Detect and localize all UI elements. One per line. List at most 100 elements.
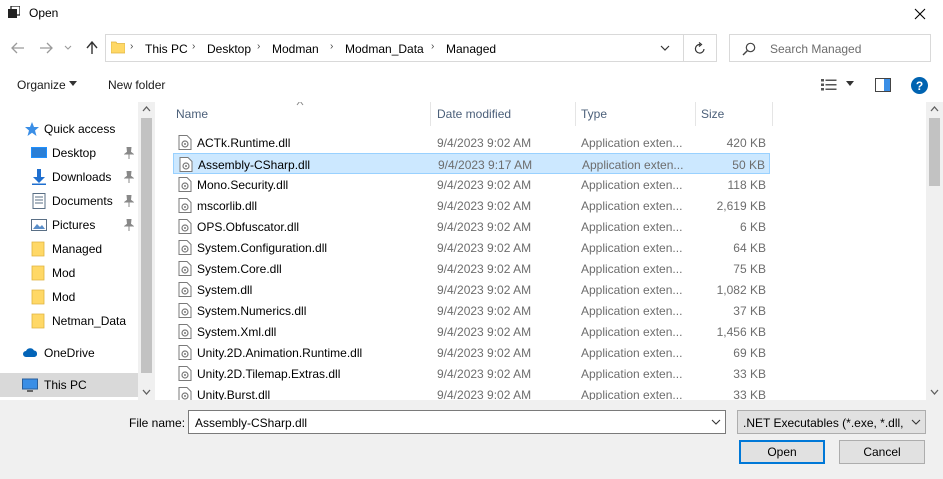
nav-item-desktop[interactable]: Desktop xyxy=(0,141,138,165)
chevron-down-icon xyxy=(64,45,72,50)
pin-icon[interactable] xyxy=(124,219,134,231)
file-row[interactable]: System.dll 9/4/2023 9:02 AM Application ex… xyxy=(173,279,770,300)
view-caret-down-icon[interactable] xyxy=(846,81,854,87)
folder-icon xyxy=(31,289,45,305)
file-row[interactable]: Unity.Burst.dll 9/4/2023 9:02 AM Applicati… xyxy=(173,384,770,400)
pin-icon[interactable] xyxy=(124,171,134,183)
search-box[interactable]: Search Managed xyxy=(729,34,931,62)
file-row[interactable]: mscorlib.dll 9/4/2023 9:02 AM Application … xyxy=(173,195,770,216)
nav-item-managed[interactable]: Managed xyxy=(0,237,138,261)
nav-label: Desktop xyxy=(52,146,97,160)
nav-item-documents[interactable]: Documents xyxy=(0,189,138,213)
search-icon xyxy=(742,42,756,56)
back-button[interactable] xyxy=(10,40,26,56)
pin-icon[interactable] xyxy=(124,147,134,159)
address-bar[interactable]: › This PC › Desktop › Modman › Modman_Da… xyxy=(105,34,717,62)
file-name: Assembly-CSharp.dll xyxy=(198,158,311,172)
column-divider[interactable] xyxy=(772,102,773,126)
nav-item-this-pc[interactable]: This PC xyxy=(0,373,138,397)
file-size: 1,456 KB xyxy=(716,325,766,339)
pin-icon[interactable] xyxy=(124,195,134,207)
breadcrumb-separator: › xyxy=(431,41,435,52)
nav-item-pictures[interactable]: Pictures xyxy=(0,213,138,237)
dll-file-icon xyxy=(178,282,192,297)
filename-value[interactable]: Assembly-CSharp.dll xyxy=(195,416,307,430)
file-name: Unity.2D.Animation.Runtime.dll xyxy=(197,346,363,360)
file-row[interactable]: System.Xml.dll 9/4/2023 9:02 AM Applicatio… xyxy=(173,321,770,342)
nav-item-quick-access[interactable]: Quick access xyxy=(0,117,138,141)
scroll-down-icon[interactable] xyxy=(142,389,151,395)
refresh-button[interactable] xyxy=(683,34,717,62)
view-options-icon[interactable] xyxy=(821,79,837,91)
file-type-select[interactable]: .NET Executables (*.exe, *.dll, *. xyxy=(737,410,926,434)
documents-icon xyxy=(32,193,46,209)
file-size: 6 KB xyxy=(739,220,766,234)
nav-item-netman-data[interactable]: Netman_Data xyxy=(0,309,138,333)
file-row[interactable]: ACTk.Runtime.dll 9/4/2023 9:02 AM Applicat… xyxy=(173,132,770,153)
file-row[interactable]: System.Core.dll 9/4/2023 9:02 AM Applicati… xyxy=(173,258,770,279)
organize-button[interactable]: Organize xyxy=(17,78,66,92)
breadcrumb-modman[interactable]: Modman xyxy=(272,42,319,56)
breadcrumb-this-pc[interactable]: This PC xyxy=(145,42,188,56)
preview-pane-icon[interactable] xyxy=(875,78,891,92)
nav-item-onedrive[interactable]: OneDrive xyxy=(0,341,138,365)
close-icon xyxy=(914,8,926,20)
nav-item-downloads[interactable]: Downloads xyxy=(0,165,138,189)
scroll-down-icon[interactable] xyxy=(930,389,939,395)
navigation-scrollbar[interactable] xyxy=(138,102,155,400)
file-row[interactable]: Assembly-CSharp.dll 9/4/2023 9:17 AM Appli… xyxy=(173,153,770,174)
filename-input[interactable]: Assembly-CSharp.dll xyxy=(188,410,726,434)
column-label: Date modified xyxy=(437,107,512,121)
file-date: 9/4/2023 9:02 AM xyxy=(437,283,532,297)
open-button[interactable]: Open xyxy=(739,440,825,464)
window-title: Open xyxy=(29,6,59,20)
up-button[interactable] xyxy=(84,40,100,56)
file-row[interactable]: Unity.2D.Animation.Runtime.dll 9/4/2023 9… xyxy=(173,342,770,363)
dll-file-icon xyxy=(178,261,192,276)
scrollbar-thumb[interactable] xyxy=(929,118,940,186)
nav-label: Mod xyxy=(52,290,76,304)
close-button[interactable] xyxy=(897,0,943,28)
dll-file-icon xyxy=(178,177,192,192)
nav-item-mod[interactable]: Mod xyxy=(0,261,138,285)
recent-locations-button[interactable] xyxy=(63,40,73,56)
file-size: 420 KB xyxy=(726,136,766,150)
file-row[interactable]: Unity.2D.Tilemap.Extras.dll 9/4/2023 9:02… xyxy=(173,363,770,384)
file-type-dropdown[interactable] xyxy=(907,411,925,433)
file-list-scrollbar[interactable] xyxy=(926,102,943,400)
cancel-button[interactable]: Cancel xyxy=(839,440,925,464)
breadcrumb-modman-data[interactable]: Modman_Data xyxy=(345,42,424,56)
file-row[interactable]: Mono.Security.dll 9/4/2023 9:02 AM Applica… xyxy=(173,174,770,195)
nav-label: Mod xyxy=(52,266,76,280)
help-icon[interactable]: ? xyxy=(911,77,928,94)
file-name: ACTk.Runtime.dll xyxy=(197,136,291,150)
nav-item-mod[interactable]: Mod xyxy=(0,285,138,309)
scroll-up-icon[interactable] xyxy=(142,106,151,112)
column-header-name[interactable]: Name xyxy=(160,102,430,126)
column-header-type[interactable]: Type xyxy=(565,102,695,126)
file-date: 9/4/2023 9:02 AM xyxy=(437,304,532,318)
nav-label: Quick access xyxy=(44,122,116,136)
scrollbar-thumb[interactable] xyxy=(141,118,152,373)
dll-file-icon xyxy=(178,240,192,255)
search-input[interactable]: Search Managed xyxy=(770,42,861,56)
breadcrumb-desktop[interactable]: Desktop xyxy=(207,42,251,56)
column-header-date[interactable]: Date modified xyxy=(421,102,565,126)
filename-label: File name: xyxy=(129,416,186,430)
chevron-down-icon[interactable] xyxy=(711,418,721,426)
file-size: 50 KB xyxy=(732,158,765,172)
forward-button[interactable] xyxy=(38,40,54,56)
file-size: 33 KB xyxy=(733,388,766,400)
file-list: Name Date modified Type Size ACTk.Runtim… xyxy=(160,102,926,400)
file-row[interactable]: System.Configuration.dll 9/4/2023 9:02 AM… xyxy=(173,237,770,258)
file-date: 9/4/2023 9:17 AM xyxy=(438,158,533,172)
file-row[interactable]: System.Numerics.dll 9/4/2023 9:02 AM Appli… xyxy=(173,300,770,321)
scroll-up-icon[interactable] xyxy=(930,106,939,112)
column-header-size[interactable]: Size xyxy=(685,102,775,126)
caret-down-icon xyxy=(69,81,77,86)
breadcrumb-managed[interactable]: Managed xyxy=(446,42,496,56)
address-dropdown-icon[interactable] xyxy=(658,41,672,55)
file-row[interactable]: OPS.Obfuscator.dll 9/4/2023 9:02 AM Applic… xyxy=(173,216,770,237)
file-type: Application exten... xyxy=(581,136,683,150)
new-folder-button[interactable]: New folder xyxy=(108,78,165,92)
